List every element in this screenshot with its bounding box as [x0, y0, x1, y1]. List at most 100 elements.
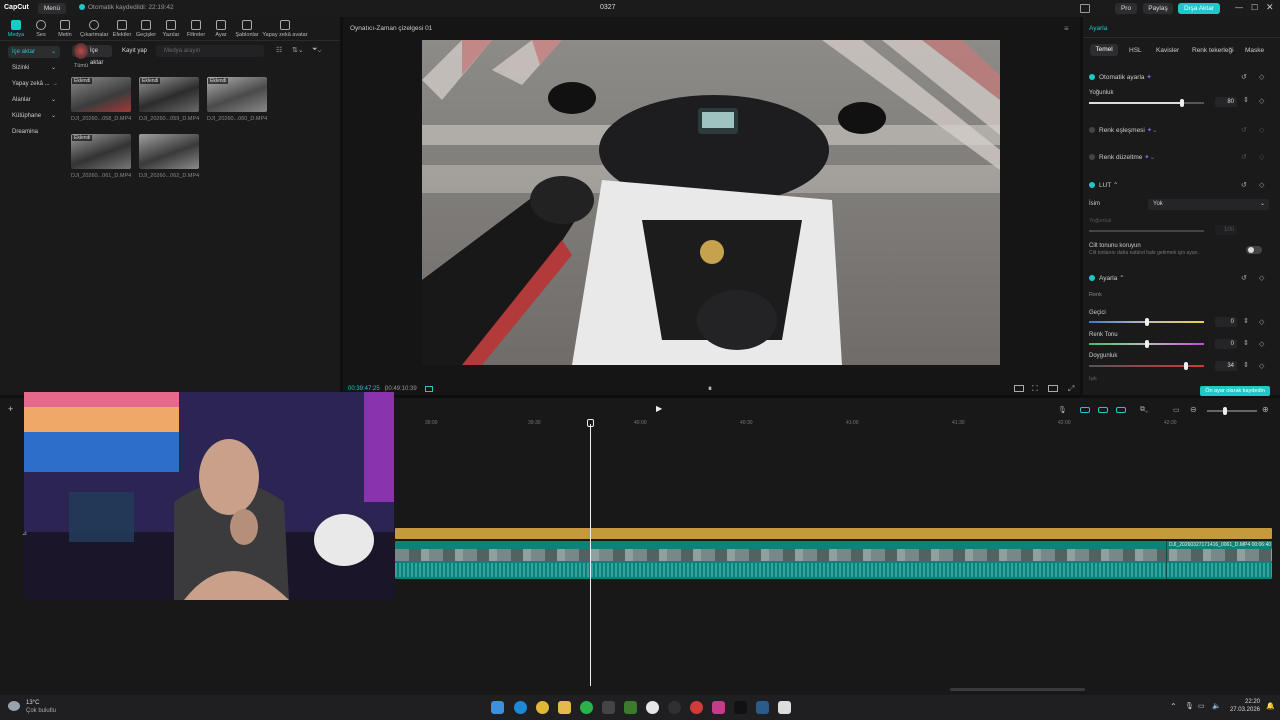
sort-icon[interactable]: ⇅⌄: [292, 46, 304, 54]
toolbar-effects[interactable]: Efektler: [110, 20, 134, 38]
whatsapp-icon[interactable]: [580, 701, 593, 714]
file-explorer-icon[interactable]: [558, 701, 571, 714]
color-correction-row[interactable]: Renk düzeltme ✦⌄: [1089, 153, 1155, 161]
tab-hsl[interactable]: HSL: [1129, 47, 1142, 54]
photoshop-icon[interactable]: [756, 701, 769, 714]
fit-icon[interactable]: ▭: [1173, 406, 1180, 414]
pause-icon[interactable]: ⏸: [708, 384, 712, 394]
sidebar-item-import[interactable]: İçe aktar ⌄: [8, 46, 60, 58]
tray-chevron-icon[interactable]: ⌃: [1170, 702, 1177, 711]
track-lock-icon[interactable]: ⊿: [22, 530, 27, 537]
opera-icon[interactable]: [690, 701, 703, 714]
export-button[interactable]: Dışa Aktar: [1178, 3, 1220, 14]
fullscreen-icon[interactable]: ⤢: [1068, 384, 1074, 394]
toolbar-stickers[interactable]: Çıkartmalar: [80, 20, 108, 38]
keyframe-icon[interactable]: ◇: [1259, 274, 1264, 282]
toolbar-templates[interactable]: Şablonlar: [234, 20, 260, 38]
reset-icon[interactable]: ↺: [1241, 274, 1247, 282]
clock-date[interactable]: 27.03.2026: [1224, 707, 1260, 713]
linkage-icon[interactable]: [1116, 407, 1126, 413]
tab-color-wheel[interactable]: Renk tekerleği: [1192, 47, 1234, 54]
temperature-slider[interactable]: [1089, 318, 1204, 326]
minimize-icon[interactable]: —: [1235, 3, 1243, 12]
pro-button[interactable]: Pro: [1115, 3, 1137, 14]
intensity-value[interactable]: 80: [1215, 97, 1237, 107]
mic-icon[interactable]: 🎙: [1058, 406, 1067, 414]
chrome-icon[interactable]: [536, 701, 549, 714]
stepper-icon[interactable]: ⇕: [1243, 339, 1249, 347]
add-track-icon[interactable]: +: [8, 404, 13, 414]
keyframe-icon[interactable]: ◇: [1259, 97, 1264, 105]
lut-name-select[interactable]: Yok ⌄: [1148, 199, 1269, 210]
sidebar-item-yours[interactable]: Sizinki ⌄: [8, 62, 60, 74]
timecode-icon[interactable]: [425, 386, 433, 392]
toolbar-media[interactable]: Medya: [4, 20, 28, 38]
sidebar-item-dreamina[interactable]: Dreamina: [8, 126, 60, 138]
menu-button[interactable]: Menü: [38, 3, 66, 14]
zoom-in-icon[interactable]: ⊕: [1262, 405, 1269, 414]
nvidia-icon[interactable]: [624, 701, 637, 714]
mic-tray-icon[interactable]: 🎙: [1185, 702, 1194, 710]
toolbar-audio[interactable]: Ses: [29, 20, 53, 38]
capcut-active-icon[interactable]: [778, 701, 791, 714]
media-thumb-2[interactable]: Eklendi: [139, 77, 199, 112]
network-icon[interactable]: ▭: [1198, 702, 1205, 710]
tint-value[interactable]: 0: [1215, 339, 1237, 349]
reset-icon[interactable]: ↺: [1241, 153, 1247, 161]
weather-temp[interactable]: 13°C: [26, 700, 39, 706]
tab-curves[interactable]: Kavisler: [1156, 47, 1179, 54]
playhead-handle[interactable]: [587, 419, 594, 427]
windows-start-icon[interactable]: [491, 701, 504, 714]
reset-icon[interactable]: ↺: [1241, 181, 1247, 189]
auto-snap-icon[interactable]: [1098, 407, 1108, 413]
keyframe-icon[interactable]: ◇: [1259, 126, 1264, 134]
share-button[interactable]: Paylaş: [1143, 3, 1173, 14]
media-thumb-4[interactable]: Eklendi: [71, 134, 131, 169]
adjust-section-row[interactable]: Ayarla ⌃: [1089, 274, 1125, 282]
weather-desc[interactable]: Çok bulutlu: [26, 708, 56, 714]
tint-slider[interactable]: [1089, 340, 1204, 348]
media-thumb-3[interactable]: Eklendi: [207, 77, 267, 112]
main-track-magnet-icon[interactable]: [1080, 407, 1090, 413]
filter-all[interactable]: Tümü: [74, 63, 88, 69]
keyframe-icon[interactable]: ◇: [1259, 73, 1264, 81]
stepper-icon[interactable]: ⇕: [1243, 361, 1249, 369]
timeline-scrollbar[interactable]: [950, 688, 1085, 691]
layout-icon[interactable]: [1080, 4, 1090, 13]
player-menu-icon[interactable]: ≡: [1064, 24, 1069, 33]
saturation-value[interactable]: 34: [1215, 361, 1237, 371]
playhead[interactable]: [590, 424, 591, 686]
toolbar-ai-avatar[interactable]: Yapay zekâ avatar: [262, 20, 308, 38]
weather-icon[interactable]: [8, 701, 20, 711]
lut-row[interactable]: LUT ⌃: [1089, 181, 1118, 189]
media-thumb-1[interactable]: Eklendi: [71, 77, 131, 112]
preview-axis-icon[interactable]: ⧉⌄: [1140, 406, 1148, 414]
temperature-value[interactable]: 0: [1215, 317, 1237, 327]
toolbar-adjust[interactable]: Ayar: [209, 20, 233, 38]
auto-adjust-row[interactable]: Otomatik ayarla ✦: [1089, 73, 1152, 81]
save-preset-button[interactable]: Ön ayar olarak kaydedin: [1200, 386, 1270, 396]
sidebar-item-library[interactable]: Kütüphane ⌄: [8, 110, 60, 122]
keyframe-icon[interactable]: ◇: [1259, 318, 1264, 326]
reset-icon[interactable]: ↺: [1241, 73, 1247, 81]
tab-basic[interactable]: Temel: [1090, 44, 1118, 56]
reset-icon[interactable]: ↺: [1241, 126, 1247, 134]
stepper-icon[interactable]: ⇕: [1243, 96, 1249, 104]
adjustment-track-clip[interactable]: [395, 528, 1272, 539]
keyframe-icon[interactable]: ◇: [1259, 340, 1264, 348]
skin-protect-toggle[interactable]: [1246, 246, 1262, 254]
aspect-ratio-icon[interactable]: [1014, 385, 1024, 392]
sidebar-item-ai[interactable]: Yapay zekâ ... →: [8, 78, 60, 90]
toolbar-filters[interactable]: Filtreler: [184, 20, 208, 38]
video-track-clip[interactable]: [395, 541, 1272, 579]
grid-view-icon[interactable]: ☷: [276, 46, 282, 54]
tiktok-icon[interactable]: [734, 701, 747, 714]
crop-icon[interactable]: ⛶: [1032, 384, 1038, 394]
keyframe-icon[interactable]: ◇: [1259, 153, 1264, 161]
toolbar-text[interactable]: Metin: [53, 20, 77, 38]
zoom-out-icon[interactable]: ⊖: [1190, 405, 1197, 414]
notification-icon[interactable]: 🔔: [1266, 702, 1275, 710]
discord-icon[interactable]: [646, 701, 659, 714]
zoom-slider[interactable]: [1207, 407, 1257, 415]
keyframe-icon[interactable]: ◇: [1259, 181, 1264, 189]
